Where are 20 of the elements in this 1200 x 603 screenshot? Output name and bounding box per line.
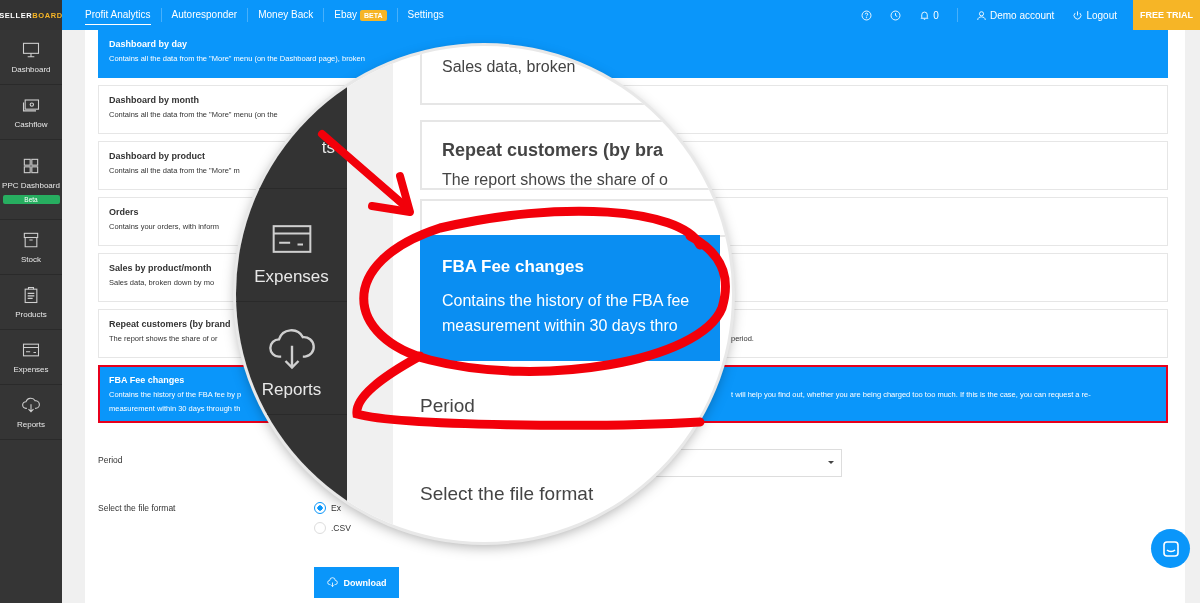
report-title: Repeat customers (by bra [442, 140, 664, 161]
report-description: Contains the history of the FBA fee [442, 291, 690, 311]
format-label: Select the file format [420, 483, 594, 505]
report-title: Dashboard by product [109, 151, 205, 161]
report-title: FBA Fee changes [442, 257, 585, 277]
period-label: Period [98, 454, 123, 465]
sidebar-label: Reports [261, 380, 322, 400]
report-description: measurement within 30 days thro [442, 315, 678, 336]
format-label: Select the file format [98, 502, 176, 513]
report-title: Sales by product/month [109, 263, 212, 273]
period-label: Period [420, 395, 475, 417]
report-title: Orders [109, 207, 139, 217]
notification-count: 0 [933, 9, 939, 21]
report-title: FBA Fee changes [109, 375, 185, 385]
report-title: Dashboard by day [109, 39, 188, 49]
report-description: Sales data, broken [442, 58, 576, 76]
report-description: The report shows the share of o [442, 171, 668, 189]
report-title: Dashboard by month [109, 95, 199, 105]
report-title: Repeat customers (by brand [109, 319, 231, 329]
sidebar-label: Expenses [254, 267, 329, 287]
